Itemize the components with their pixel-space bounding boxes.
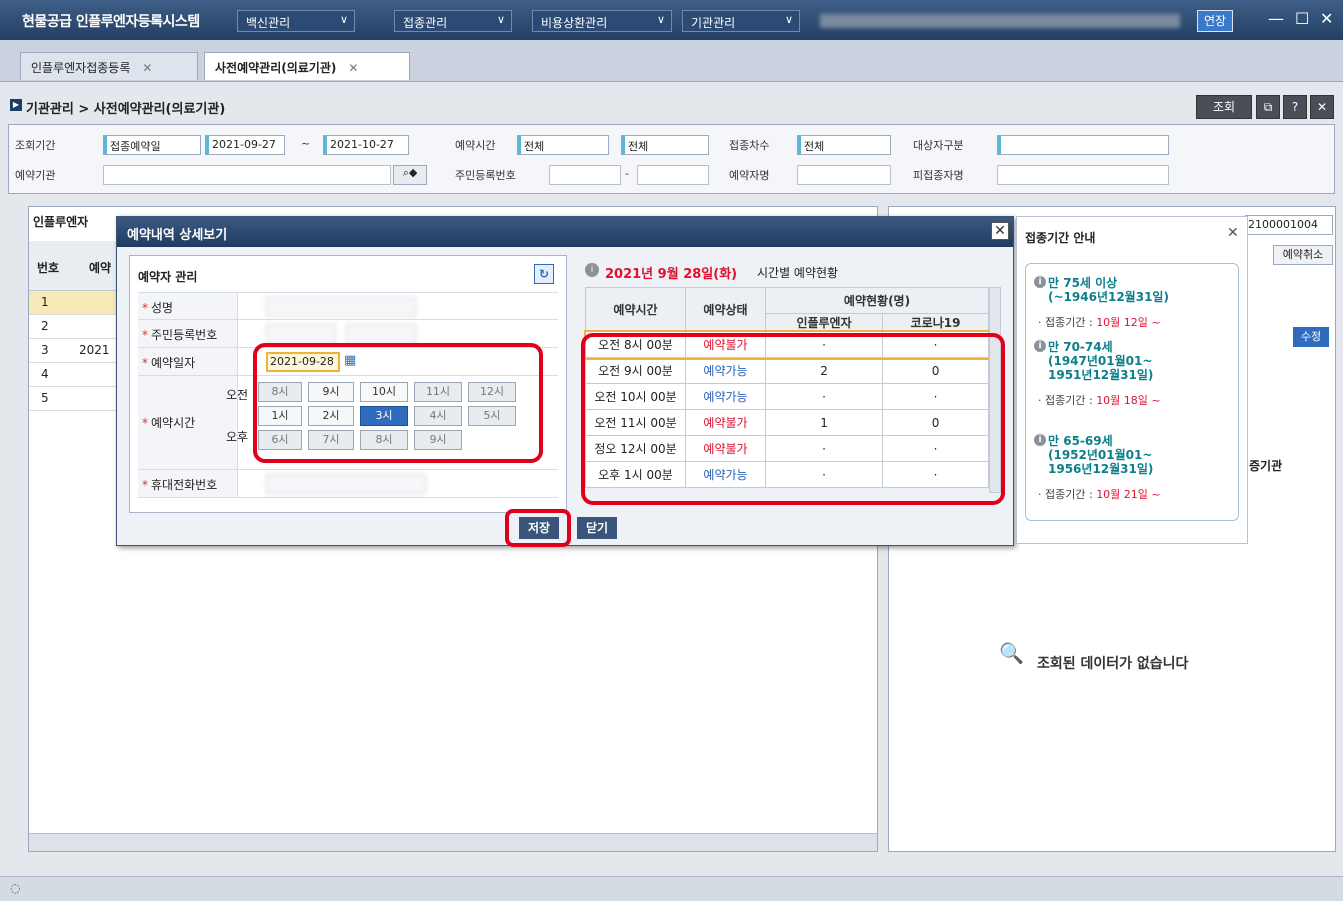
time-from-select[interactable]: 전체 — [517, 135, 609, 155]
cancel-reservation-button[interactable]: 예약취소 — [1273, 245, 1333, 265]
info-icon: i — [1034, 276, 1046, 288]
breadcrumb: 기관관리 > 사전예약관리(의료기관) — [26, 102, 226, 117]
tab-reservation-mgmt[interactable]: 사전예약관리(의료기관) ✕ — [204, 52, 410, 80]
guide-group: i 만 75세 이상 (~1946년12월31일) · 접종기간 : 10월 1… — [1034, 274, 1234, 334]
period-label: 조회기간 — [15, 139, 56, 152]
highlight-box — [581, 333, 1005, 505]
close-icon[interactable]: ✕ — [348, 61, 358, 75]
app-title: 현물공급 인플루엔자등록시스템 — [22, 14, 200, 30]
chevron-down-icon: ∨ — [339, 13, 348, 26]
maximize-icon[interactable]: ☐ — [1295, 9, 1309, 28]
title-bar: 현물공급 인플루엔자등록시스템 백신관리 ∨ 접종관리 ∨ 비용상환관리 ∨ 기관관리… — [0, 0, 1343, 40]
rrn-front-field[interactable] — [266, 324, 336, 344]
search-button[interactable]: 조회 — [1196, 95, 1252, 119]
target-label: 대상자구분 — [913, 139, 964, 152]
date-to-input[interactable]: 2021-10-27 — [323, 135, 409, 155]
close-icon[interactable]: ✕ — [1310, 95, 1334, 119]
reserver-input[interactable] — [797, 165, 891, 185]
close-icon[interactable]: ✕ — [991, 222, 1009, 240]
popup-icon[interactable]: ⧉ — [1256, 95, 1280, 119]
rrn-front-input[interactable] — [549, 165, 621, 185]
pm-label: 오후 — [226, 430, 249, 444]
reservation-code: 2100001004 — [1245, 215, 1333, 235]
vaccinee-label: 피접종자명 — [913, 169, 964, 182]
status-date-title: 2021년 9월 28일(화) — [605, 267, 738, 282]
phone-input[interactable] — [266, 474, 426, 494]
user-info-redacted — [820, 14, 1180, 28]
round-select[interactable]: 전체 — [797, 135, 891, 155]
breadcrumb-icon: ▶ — [10, 99, 22, 111]
name-input[interactable] — [266, 297, 416, 317]
round-label: 접종차수 — [729, 139, 770, 152]
rrn-back-field[interactable] — [346, 324, 416, 344]
status-title-suffix: 시간별 예약현황 — [757, 266, 839, 280]
status-bar: ◌ — [0, 876, 1343, 901]
guide-group: i 만 70-74세 (1947년01월01~ 1951년12월31일) · 접… — [1034, 338, 1234, 418]
dialog-title: 예약내역 상세보기 — [117, 217, 1013, 247]
tab-bar — [0, 40, 1343, 82]
list-title: 인플루엔자 — [33, 215, 89, 229]
close-icon[interactable]: ✕ — [142, 61, 152, 75]
edit-button[interactable]: 수정 — [1293, 327, 1329, 347]
highlight-box — [505, 509, 571, 547]
panel-label: 증기관 — [1249, 459, 1283, 473]
rrn-label: 주민등록번호 — [455, 169, 516, 182]
menu-vaccine[interactable]: 백신관리 ∨ — [237, 10, 355, 32]
date-from-input[interactable]: 2021-09-27 — [205, 135, 285, 155]
refresh-icon[interactable]: ↻ — [534, 264, 554, 284]
vaccination-period-guide: 접종기간 안내 ✕ i 만 75세 이상 (~1946년12월31일) · 접종… — [1016, 216, 1248, 544]
org-label: 예약기관 — [15, 169, 56, 182]
close-icon[interactable]: ✕ — [1320, 9, 1333, 28]
guide-group: i 만 65-69세 (1952년01월01~ 1956년12월31일) · 접… — [1034, 432, 1234, 512]
chevron-down-icon: ∨ — [656, 13, 665, 26]
phone-row: * 휴대전화번호 — [138, 470, 558, 498]
info-icon: i — [1034, 434, 1046, 446]
time-label: 예약시간 — [455, 139, 496, 152]
reservation-detail-dialog: 예약내역 상세보기 ✕ 예약자 관리 ↻ * 성명 * 주민등록번호 * 예약일자 2… — [116, 216, 1014, 547]
info-icon: i — [585, 263, 599, 277]
rrn-separator: - — [625, 167, 629, 180]
search-icon[interactable]: ⌕◆ — [393, 165, 427, 185]
magnifier-icon: 🔍 — [999, 641, 1024, 665]
guide-title: 접종기간 안내 — [1025, 231, 1096, 245]
help-icon[interactable]: ? — [1283, 95, 1307, 119]
time-to-select[interactable]: 전체 — [621, 135, 709, 155]
chevron-down-icon: ∨ — [496, 13, 505, 26]
rrn-back-input[interactable] — [637, 165, 709, 185]
section-title: 예약자 관리 — [138, 270, 198, 284]
info-icon: i — [1034, 340, 1046, 352]
menu-institution[interactable]: 기관관리 ∨ — [682, 10, 800, 32]
menu-reimbursement[interactable]: 비용상환관리 ∨ — [532, 10, 672, 32]
tab-flu-registration[interactable]: 인플루엔자접종등록 ✕ — [20, 52, 198, 80]
chevron-down-icon: ∨ — [784, 13, 793, 26]
close-icon[interactable]: ✕ — [1227, 225, 1239, 241]
date-separator: ~ — [301, 137, 311, 150]
chat-icon[interactable]: ◌ — [10, 881, 20, 895]
period-type-select[interactable]: 접종예약일 — [103, 135, 201, 155]
no-data-message: 조회된 데이터가 없습니다 — [1037, 656, 1189, 672]
close-button[interactable]: 닫기 — [577, 517, 617, 539]
org-input[interactable] — [103, 165, 391, 185]
minimize-icon[interactable]: — — [1268, 9, 1284, 28]
horizontal-scrollbar[interactable] — [29, 833, 877, 851]
extend-session-button[interactable]: 연장 — [1197, 10, 1233, 32]
search-filter-panel: 조회기간 접종예약일 2021-09-27 ~ 2021-10-27 예약시간 … — [8, 124, 1335, 194]
vaccinee-input[interactable] — [997, 165, 1169, 185]
reserver-label: 예약자명 — [729, 169, 770, 182]
menu-vaccination[interactable]: 접종관리 ∨ — [394, 10, 512, 32]
highlight-box — [253, 343, 543, 463]
am-label: 오전 — [226, 388, 249, 402]
name-row: * 성명 — [138, 292, 558, 320]
target-select[interactable] — [997, 135, 1169, 155]
guide-box: i 만 75세 이상 (~1946년12월31일) · 접종기간 : 10월 1… — [1025, 263, 1239, 521]
